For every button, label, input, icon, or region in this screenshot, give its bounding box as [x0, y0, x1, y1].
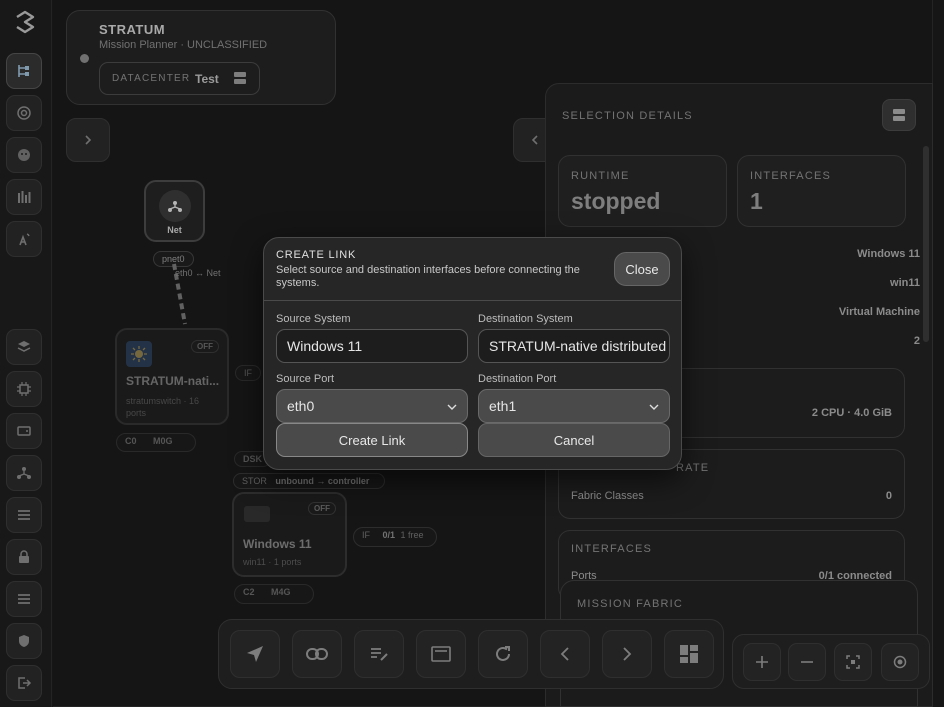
source-port-value: eth0	[287, 398, 315, 414]
create-link-modal: CREATE LINK Select source and destinatio…	[263, 237, 682, 470]
dest-system-label: Destination System	[478, 313, 573, 325]
create-link-button[interactable]: Create Link	[276, 423, 468, 457]
source-port-label: Source Port	[276, 373, 335, 385]
source-system-label: Source System	[276, 313, 351, 325]
dest-port-select[interactable]: eth1	[478, 389, 670, 423]
cancel-button[interactable]: Cancel	[478, 423, 670, 457]
source-port-select[interactable]: eth0	[276, 389, 468, 423]
close-button[interactable]: Close	[614, 252, 670, 286]
modal-divider	[264, 300, 681, 301]
chevron-down-icon	[649, 403, 659, 411]
modal-description: Select source and destination interfaces…	[276, 264, 580, 289]
chevron-down-icon	[447, 403, 457, 411]
source-system-field[interactable]: Windows 11	[276, 329, 468, 363]
modal-title: CREATE LINK	[276, 249, 357, 261]
dest-port-value: eth1	[489, 398, 517, 414]
dest-port-label: Destination Port	[478, 373, 557, 385]
dest-system-field[interactable]: STRATUM-native distributed	[478, 329, 670, 363]
